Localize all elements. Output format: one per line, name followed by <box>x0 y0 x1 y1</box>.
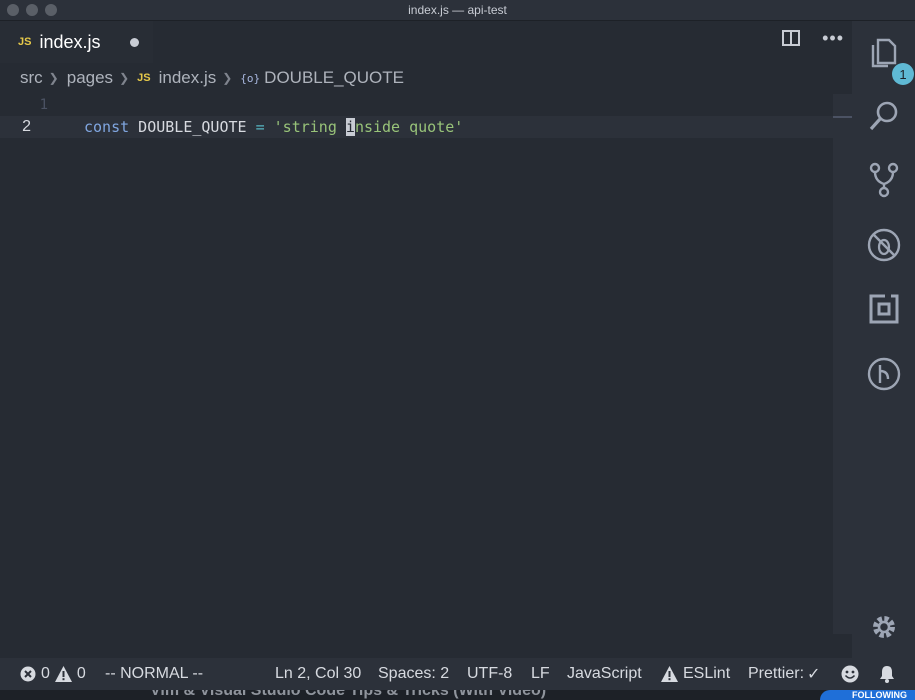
files-icon <box>871 38 897 68</box>
code-editor[interactable]: 1 2 const DOUBLE_QUOTE = 'string inside … <box>0 94 852 658</box>
source-control-button[interactable] <box>864 160 904 200</box>
extensions-button[interactable] <box>864 289 904 329</box>
warning-icon <box>661 666 678 682</box>
line-number: 1 <box>39 97 48 113</box>
search-button[interactable] <box>864 96 904 136</box>
warning-count: 0 <box>76 665 86 682</box>
encoding[interactable]: UTF-8 <box>467 658 512 690</box>
split-editor-icon[interactable] <box>782 30 801 46</box>
extensions-icon <box>869 294 899 324</box>
video-overlay-strip: Vim & Visual Studio Code Tips & Tricks (… <box>0 690 915 700</box>
error-count: 0 <box>41 665 50 682</box>
source-control-icon <box>869 162 899 198</box>
code-line[interactable]: 1 <box>0 94 852 116</box>
close-window-button[interactable] <box>7 4 19 16</box>
unsaved-dot-icon[interactable] <box>130 38 139 47</box>
string-token: nside quote' <box>354 118 464 136</box>
chevron-right-icon: ❯ <box>222 71 233 85</box>
text-cursor: i <box>345 118 355 136</box>
breadcrumb-item-symbol[interactable]: DOUBLE_QUOTE <box>264 68 404 88</box>
title-bar: index.js — api-test <box>0 0 915 21</box>
indentation[interactable]: Spaces: 2 <box>378 658 449 690</box>
javascript-file-icon: JS <box>137 72 151 84</box>
window-controls[interactable] <box>7 4 57 16</box>
following-button[interactable]: FOLLOWING <box>820 690 915 700</box>
tab-index-js[interactable]: JS index.js <box>0 21 153 63</box>
git-branch-icon <box>867 357 901 391</box>
error-icon <box>20 666 36 682</box>
warning-icon <box>54 666 72 682</box>
activity-bar: 1 <box>852 21 915 658</box>
more-actions-icon[interactable]: ••• <box>822 29 844 47</box>
window-title: index.js — api-test <box>408 3 507 17</box>
eslint-label: ESLint <box>683 665 731 682</box>
identifier-token: DOUBLE_QUOTE <box>129 118 256 136</box>
chevron-right-icon: ❯ <box>48 71 59 85</box>
string-token: 'string <box>264 118 346 136</box>
minimize-window-button[interactable] <box>26 4 38 16</box>
breadcrumb: src ❯ pages ❯ JS index.js ❯ {o} DOUBLE_Q… <box>20 66 404 90</box>
gear-icon <box>873 616 895 638</box>
following-label: FOLLOWING <box>852 690 907 700</box>
explorer-button[interactable]: 1 <box>864 33 914 85</box>
code-text: const DOUBLE_QUOTE = 'string inside quot… <box>84 118 463 136</box>
explorer-badge: 1 <box>892 63 914 85</box>
overlay-caption: Vim & Visual Studio Code Tips & Tricks (… <box>150 690 547 699</box>
vertical-scrollbar[interactable] <box>833 94 852 634</box>
debug-button[interactable] <box>864 225 904 265</box>
breadcrumb-item-src[interactable]: src <box>20 68 43 88</box>
eslint-status[interactable]: ESLint <box>661 658 730 690</box>
chevron-right-icon: ❯ <box>119 71 130 85</box>
status-bar: 0 0 -- NORMAL -- Ln 2, Col 30 Spaces: 2 … <box>0 658 915 690</box>
breadcrumb-item-file[interactable]: index.js <box>159 68 217 88</box>
smiley-icon <box>841 665 859 683</box>
problems-indicator[interactable]: 0 0 <box>20 658 86 690</box>
editor-actions: ••• <box>782 29 844 47</box>
operator-token: = <box>255 118 265 136</box>
notifications-button[interactable] <box>879 658 895 690</box>
variable-symbol-icon: {o} <box>240 71 261 85</box>
check-icon: ✓ <box>807 666 821 683</box>
editor-tabs: JS index.js <box>0 21 852 63</box>
prettier-label: Prettier: <box>748 665 805 682</box>
keyword-token: const <box>84 118 130 136</box>
tab-label: index.js <box>39 31 101 52</box>
cursor-position[interactable]: Ln 2, Col 30 <box>275 658 361 690</box>
scrollbar-cursor-marker <box>833 116 852 118</box>
no-bug-icon <box>867 228 901 262</box>
git-graph-button[interactable] <box>864 354 904 394</box>
vim-mode: -- NORMAL -- <box>105 665 204 682</box>
search-icon <box>869 101 898 131</box>
code-line-active[interactable]: 2 const DOUBLE_QUOTE = 'string inside qu… <box>0 116 852 138</box>
maximize-window-button[interactable] <box>45 4 57 16</box>
settings-button[interactable] <box>864 607 904 647</box>
prettier-status[interactable]: Prettier: ✓ <box>748 658 820 690</box>
line-number: 2 <box>22 118 31 135</box>
bell-icon <box>880 666 894 683</box>
line-ending[interactable]: LF <box>531 658 550 690</box>
javascript-file-icon: JS <box>18 36 32 48</box>
feedback-button[interactable] <box>841 658 859 690</box>
breadcrumb-item-pages[interactable]: pages <box>67 68 113 88</box>
language-mode[interactable]: JavaScript <box>567 658 642 690</box>
